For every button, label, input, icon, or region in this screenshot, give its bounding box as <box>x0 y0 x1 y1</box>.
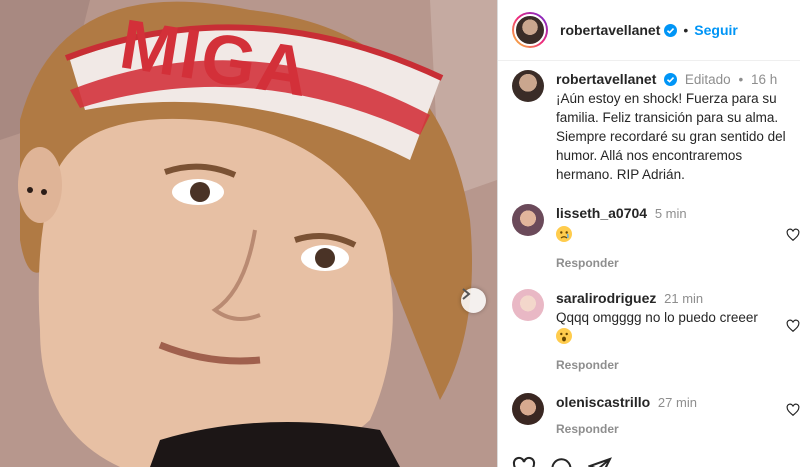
author-username[interactable]: robertavellanet <box>560 22 660 38</box>
post-side-panel: robertavellanet • Seguir robertavellanet… <box>497 0 800 467</box>
sad-face-emoji-icon <box>556 226 572 242</box>
comment-time[interactable]: 5 min <box>655 206 687 221</box>
caption-avatar[interactable] <box>512 70 544 102</box>
next-photo-button[interactable] <box>461 288 486 313</box>
comment-item: saralirodriguez 21 min Qqqq omgggg no lo… <box>512 289 800 375</box>
share-icon[interactable] <box>588 456 612 467</box>
caption-text: ¡Aún estoy en shock! Fuerza para su fami… <box>556 91 786 182</box>
commenter-avatar[interactable] <box>512 289 544 321</box>
post-action-bar <box>512 456 612 467</box>
post-header: robertavellanet • Seguir <box>498 0 800 61</box>
verified-badge-icon <box>664 73 678 86</box>
post-photo[interactable]: MIGA <box>0 0 497 467</box>
surprised-face-emoji-icon <box>556 328 572 344</box>
post-caption: robertavellanet Editado • 16 h ¡Aún esto… <box>512 70 800 184</box>
heart-outline-icon[interactable] <box>786 319 800 333</box>
verified-badge-icon <box>664 23 678 37</box>
header-separator: • <box>683 22 689 38</box>
comment-username[interactable]: oleniscastrillo <box>556 394 650 410</box>
comment-username[interactable]: lisseth_a0704 <box>556 205 647 221</box>
comment-item: oleniscastrillo 27 min Responder <box>512 393 800 439</box>
caption-edited-label: Editado <box>684 72 731 87</box>
chevron-right-icon <box>462 288 471 300</box>
follow-button[interactable]: Seguir <box>694 22 738 38</box>
heart-outline-icon[interactable] <box>786 403 800 417</box>
reply-button[interactable]: Responder <box>556 254 619 273</box>
commenter-avatar[interactable] <box>512 393 544 425</box>
reply-button[interactable]: Responder <box>556 420 619 439</box>
caption-username[interactable]: robertavellanet <box>556 71 656 87</box>
comment-text: Qqqq omgggg no lo puedo creeer <box>556 310 758 325</box>
caption-time[interactable]: 16 h <box>751 72 777 87</box>
comment-time[interactable]: 27 min <box>658 395 697 410</box>
author-avatar[interactable] <box>512 12 548 48</box>
like-icon[interactable] <box>512 456 536 467</box>
comment-item: lisseth_a0704 5 min Responder <box>512 204 800 273</box>
commenter-avatar[interactable] <box>512 204 544 236</box>
comment-icon[interactable] <box>550 456 574 467</box>
comment-time[interactable]: 21 min <box>664 291 703 306</box>
reply-button[interactable]: Responder <box>556 356 619 375</box>
heart-outline-icon[interactable] <box>786 228 800 242</box>
caption-separator: • <box>738 72 744 87</box>
comment-username[interactable]: saralirodriguez <box>556 290 656 306</box>
